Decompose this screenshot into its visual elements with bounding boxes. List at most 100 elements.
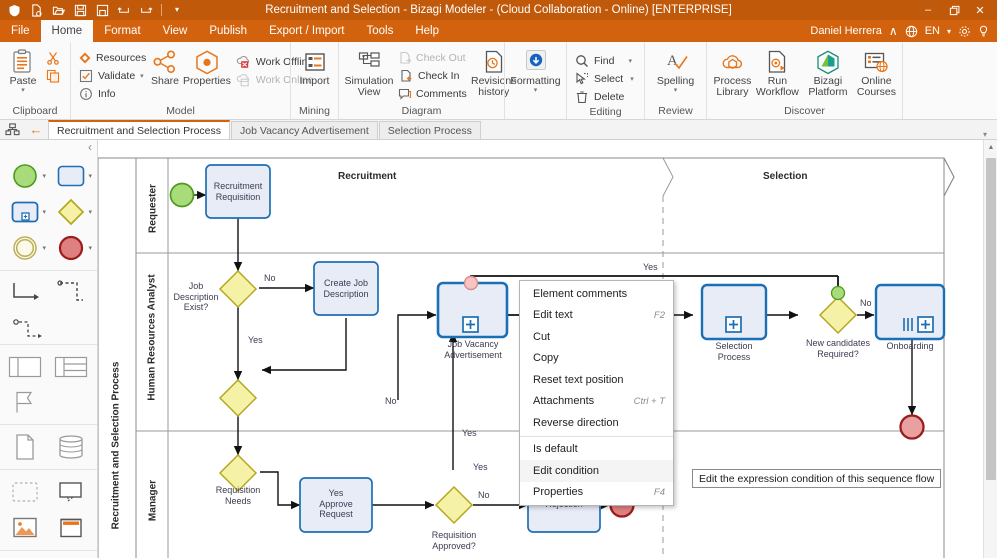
bizagi-logo-icon[interactable] — [4, 1, 24, 19]
cut-button[interactable] — [43, 49, 65, 66]
end-event-tool-caret-icon[interactable]: ▾ — [88, 244, 92, 252]
pool-tool[interactable] — [2, 349, 48, 385]
collapse-ribbon-icon[interactable]: ▾ — [977, 130, 997, 139]
spelling-caret-icon[interactable]: ▾ — [674, 87, 678, 94]
save-as-icon[interactable] — [92, 1, 112, 19]
import-button[interactable]: Import — [296, 47, 333, 89]
delete-button[interactable]: Delete — [572, 88, 638, 105]
message-flow-tool[interactable] — [48, 275, 94, 311]
minimize-button[interactable]: – — [915, 0, 941, 20]
context-menu-item-edit-condition[interactable]: Edit condition — [520, 460, 673, 482]
data-store-tool[interactable] — [48, 429, 94, 465]
resources-button[interactable]: Resources — [76, 49, 148, 66]
menu-item-view[interactable]: View — [152, 20, 199, 42]
image-tool[interactable] — [2, 510, 48, 546]
resources-label: Resources — [96, 51, 147, 64]
paste-button[interactable]: Paste ▾ — [5, 47, 41, 96]
language-caret-icon[interactable]: ▾ — [947, 27, 951, 36]
paste-caret-icon[interactable]: ▾ — [21, 87, 25, 94]
info-button[interactable]: Info — [76, 85, 148, 102]
help-bulb-icon[interactable] — [978, 25, 989, 38]
context-menu-item-attachments[interactable]: Attachments Ctrl + T — [520, 391, 673, 413]
menu-item-publish[interactable]: Publish — [198, 20, 258, 42]
group-tool[interactable] — [2, 474, 48, 510]
validate-button[interactable]: Validate ▾ — [76, 67, 148, 84]
find-caret-icon[interactable]: ▾ — [628, 57, 632, 65]
language-label[interactable]: EN — [925, 25, 940, 37]
formatting-button[interactable]: Formatting ▾ — [509, 47, 561, 96]
task-tool[interactable]: ▾ — [48, 158, 94, 194]
run-workflow-button[interactable]: Run Workflow — [755, 47, 800, 100]
start-event-tool-caret-icon[interactable]: ▾ — [42, 172, 46, 180]
context-menu-item-copy[interactable]: Copy — [520, 348, 673, 370]
task-tool-caret-icon[interactable]: ▾ — [88, 172, 92, 180]
association-tool[interactable] — [6, 311, 52, 347]
gateway-tool[interactable]: ▾ — [48, 194, 94, 230]
formatting-caret-icon[interactable]: ▾ — [534, 87, 538, 94]
online-courses-button[interactable]: Online Courses — [856, 47, 897, 100]
close-button[interactable]: ✕ — [967, 0, 993, 20]
check-in-button[interactable]: Check In — [396, 67, 468, 84]
open-icon[interactable] — [48, 1, 68, 19]
gateway-tool-caret-icon[interactable]: ▾ — [88, 208, 92, 216]
palette-collapse-button[interactable]: ‹ — [0, 140, 97, 154]
select-icon — [574, 71, 590, 87]
copy-button[interactable] — [43, 67, 65, 84]
chevron-up-icon[interactable]: ∧ — [889, 24, 898, 38]
find-button[interactable]: Find ▾ — [572, 52, 638, 69]
data-object-tool[interactable] — [2, 429, 48, 465]
restore-button[interactable] — [941, 0, 967, 20]
menu-item-home[interactable]: Home — [40, 20, 94, 42]
context-menu-item-element-comments[interactable]: Element comments — [520, 283, 673, 305]
comments-button[interactable]: Comments — [396, 85, 468, 102]
menu-item-help[interactable]: Help — [404, 20, 450, 42]
settings-gear-icon[interactable] — [958, 25, 971, 38]
customize-quick-access-icon[interactable]: ▾ — [167, 1, 187, 19]
menu-item-tools[interactable]: Tools — [356, 20, 405, 42]
diagram-home-icon[interactable] — [0, 120, 24, 139]
share-button[interactable]: Share — [150, 47, 180, 89]
context-menu-item-reverse-direction[interactable]: Reverse direction — [520, 412, 673, 434]
select-caret-icon[interactable]: ▾ — [630, 75, 634, 83]
validate-caret-icon[interactable]: ▾ — [140, 72, 144, 80]
menu-item-export-import[interactable]: Export / Import — [258, 20, 355, 42]
undo-icon[interactable] — [114, 1, 134, 19]
select-button[interactable]: Select ▾ — [572, 70, 638, 87]
context-menu-item-is-default[interactable]: Is default — [520, 439, 673, 461]
sequence-flow-tool[interactable] — [2, 275, 48, 311]
scrollbar-thumb[interactable] — [986, 158, 996, 480]
intermediate-event-tool[interactable]: ▾ — [2, 230, 48, 266]
diagram-tab-job-vacancy-advertisement[interactable]: Job Vacancy Advertisement — [231, 121, 378, 139]
save-icon[interactable] — [70, 1, 90, 19]
new-icon[interactable] — [26, 1, 46, 19]
intermediate-event-tool-caret-icon[interactable]: ▾ — [42, 244, 46, 252]
globe-icon[interactable] — [905, 25, 918, 38]
lane-tool[interactable] — [48, 349, 94, 385]
diagram-back-button[interactable]: ← — [24, 120, 48, 139]
subprocess-tool-caret-icon[interactable]: ▾ — [42, 208, 46, 216]
end-event-tool[interactable]: ▾ — [48, 230, 94, 266]
simulation-view-button[interactable]: Simulation View — [344, 47, 394, 100]
redo-icon[interactable] — [136, 1, 156, 19]
context-menu-item-properties[interactable]: Properties F4 — [520, 482, 673, 504]
bizagi-platform-button[interactable]: Bizagi Platform — [802, 47, 854, 100]
annotation-tool[interactable] — [48, 474, 94, 510]
context-menu-item-reset-text-position[interactable]: Reset text position — [520, 369, 673, 391]
process-library-button[interactable]: Process Library — [712, 47, 753, 100]
header-tool[interactable] — [48, 510, 94, 546]
spelling-button[interactable]: A Spelling ▾ — [650, 47, 701, 96]
milestone-tool[interactable] — [2, 385, 48, 421]
diagram-tab-selection-process[interactable]: Selection Process — [378, 121, 481, 139]
account-user-name[interactable]: Daniel Herrera — [810, 25, 882, 37]
menu-item-file[interactable]: File — [0, 20, 41, 42]
scroll-up-icon[interactable]: ▲ — [984, 140, 997, 154]
subprocess-tool[interactable]: ▾ — [2, 194, 48, 230]
context-menu-item-cut[interactable]: Cut — [520, 326, 673, 348]
diagram-tab-recruitment-and-selection-process[interactable]: Recruitment and Selection Process — [48, 120, 230, 139]
start-event-tool[interactable]: ▾ — [2, 158, 48, 194]
properties-button[interactable]: Properties — [182, 47, 232, 89]
canvas-vertical-scrollbar[interactable]: ▲ — [983, 140, 997, 558]
sequence-flow-context-menu[interactable]: Element comments Edit text F2 Cut Copy R… — [519, 280, 674, 506]
menu-item-format[interactable]: Format — [93, 20, 151, 42]
context-menu-item-edit-text[interactable]: Edit text F2 — [520, 305, 673, 327]
